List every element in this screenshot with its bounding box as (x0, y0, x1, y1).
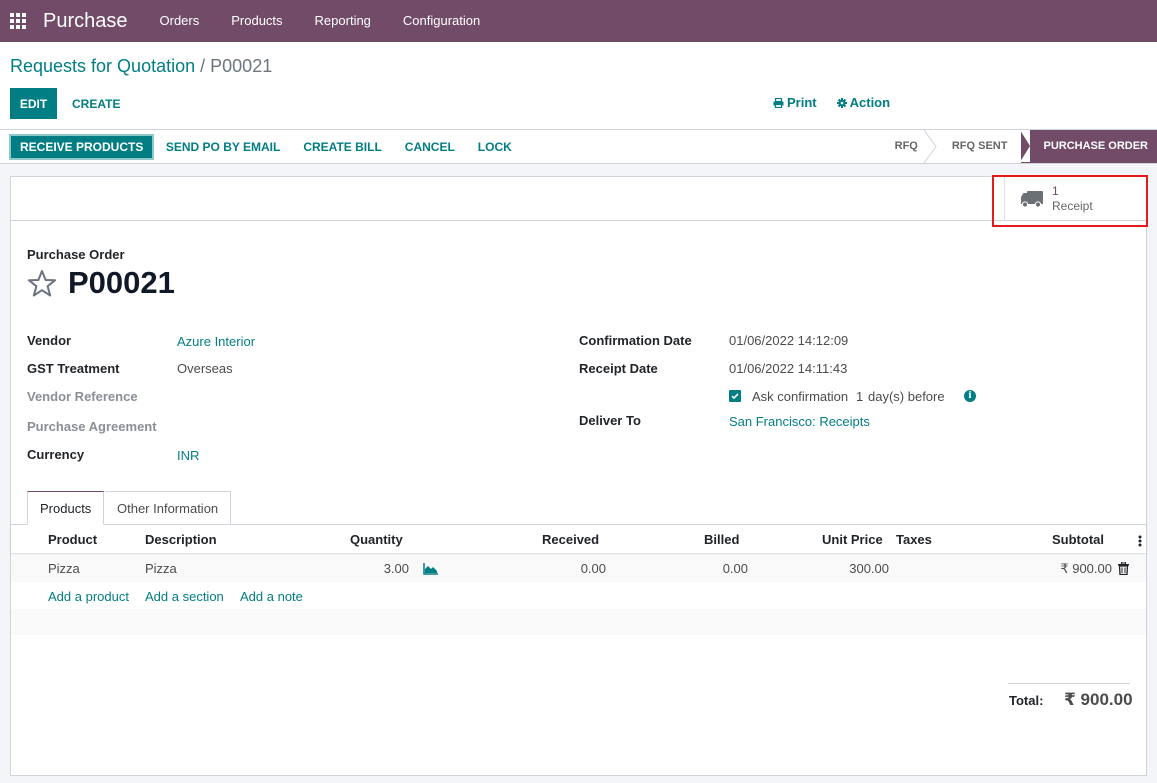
send-po-email-button[interactable]: SEND PO BY EMAIL (154, 134, 291, 160)
print-label: Print (787, 95, 817, 110)
col-received[interactable]: Received (542, 532, 599, 547)
receipt-label: Receipt (1052, 199, 1093, 213)
star-icon[interactable] (27, 269, 57, 298)
receipt-date-label: Receipt Date (579, 361, 658, 376)
stage-purchase-order[interactable]: PURCHASE ORDER (1020, 130, 1157, 163)
action-menu[interactable]: Action (836, 95, 891, 110)
breadcrumb-current: P00021 (210, 56, 273, 76)
cancel-button[interactable]: CANCEL (393, 134, 466, 160)
total-value: ₹ 900.00 (1064, 690, 1133, 709)
apps-menu-icon[interactable] (10, 13, 28, 29)
create-bill-button[interactable]: CREATE BILL (292, 134, 393, 160)
menu-orders[interactable]: Orders (144, 0, 216, 42)
purchase-agreement-label: Purchase Agreement (27, 419, 157, 434)
stage-purchase-order-label: PURCHASE ORDER (1043, 140, 1148, 152)
tab-products[interactable]: Products (27, 491, 105, 525)
col-quantity[interactable]: Quantity (350, 532, 403, 547)
col-subtotal[interactable]: Subtotal (1052, 532, 1104, 547)
control-panel: Requests for Quotation / P00021 EDIT CRE… (0, 42, 1157, 130)
cell-description[interactable]: Pizza (145, 561, 177, 576)
stage-rfq-sent[interactable]: RFQ SENT (932, 130, 1022, 163)
tab-other-information[interactable]: Other Information (105, 491, 232, 525)
empty-row (11, 609, 1146, 635)
stage-separator-icon (923, 130, 937, 163)
print-menu[interactable]: Print (773, 95, 817, 110)
cell-quantity[interactable]: 3.00 (351, 561, 409, 576)
breadcrumb-parent[interactable]: Requests for Quotation (10, 56, 195, 76)
ask-confirmation-checkbox[interactable] (729, 390, 741, 402)
cell-unit-price[interactable]: 300.00 (811, 561, 889, 576)
statusbar-buttons: RECEIVE PRODUCTS SEND PO BY EMAIL CREATE… (9, 134, 523, 160)
receipt-info: 1 Receipt (1052, 184, 1093, 214)
statusbar: RECEIVE PRODUCTS SEND PO BY EMAIL CREATE… (0, 129, 1157, 164)
stage-rfq[interactable]: RFQ (875, 130, 937, 163)
vendor-label: Vendor (27, 333, 72, 348)
smart-button-box: 1 Receipt (11, 177, 1146, 221)
top-navbar: Purchase Orders Products Reporting Confi… (0, 0, 1157, 42)
receipt-count: 1 (1052, 184, 1059, 198)
record-type-label: Purchase Order (27, 247, 125, 262)
ask-confirmation-text: Ask confirmation (752, 389, 849, 404)
col-description[interactable]: Description (145, 532, 217, 547)
confirmation-date-label: Confirmation Date (579, 333, 692, 348)
app-name[interactable]: Purchase (43, 10, 128, 33)
cell-received[interactable]: 0.00 (551, 561, 606, 576)
menu-reporting[interactable]: Reporting (299, 0, 387, 42)
deliver-to-label: Deliver To (579, 413, 641, 428)
receipt-smart-button[interactable]: 1 Receipt (1004, 177, 1146, 221)
table-row[interactable]: Pizza Pizza 3.00 0.00 0.00 300.00 ₹ 900.… (11, 555, 1146, 582)
add-product-link[interactable]: Add a product (48, 589, 129, 604)
days-before-text: day(s) before (868, 389, 945, 404)
form-sheet: 1 Receipt Purchase Order P00021 Vendor A… (10, 175, 1148, 776)
vendor-reference-label: Vendor Reference (27, 389, 138, 404)
confirmation-date-field[interactable]: 01/06/2022 14:12:09 (729, 333, 848, 348)
order-lines-header: Product Description Quantity Received Bi… (11, 526, 1146, 554)
stage-arrow (1020, 130, 1031, 162)
receipt-date-field[interactable]: 01/06/2022 14:11:43 (729, 361, 847, 376)
cell-product[interactable]: Pizza (48, 561, 80, 576)
truck-icon (1021, 191, 1043, 208)
total-label: Total: (1009, 693, 1044, 708)
vendor-field[interactable]: Azure Interior (177, 334, 255, 349)
stage-rfq-sent-label: RFQ SENT (951, 140, 1008, 152)
total-divider (1008, 683, 1130, 684)
currency-field[interactable]: INR (177, 448, 199, 463)
print-icon (773, 97, 784, 108)
trash-icon[interactable] (1118, 562, 1129, 575)
menu-configuration[interactable]: Configuration (387, 0, 496, 42)
add-section-link[interactable]: Add a section (145, 589, 224, 604)
col-unit-price[interactable]: Unit Price (822, 532, 883, 547)
create-button[interactable]: CREATE (60, 88, 132, 119)
status-stages: RFQ RFQ SENT PURCHASE ORDER (875, 130, 1157, 163)
action-menus: Print Action (773, 95, 890, 110)
add-note-link[interactable]: Add a note (240, 589, 303, 604)
gear-icon (836, 97, 847, 108)
notebook-tabs: Products Other Information (11, 491, 1146, 525)
deliver-to-field[interactable]: San Francisco: Receipts (729, 414, 870, 429)
edit-button[interactable]: EDIT (10, 88, 57, 119)
cell-subtotal: ₹ 900.00 (1060, 561, 1112, 576)
breadcrumb-separator: / (200, 56, 206, 76)
receive-products-button[interactable]: RECEIVE PRODUCTS (9, 134, 155, 160)
gst-treatment-label: GST Treatment (27, 361, 120, 376)
stage-rfq-label: RFQ (894, 140, 918, 152)
col-product[interactable]: Product (48, 532, 97, 547)
lock-button[interactable]: LOCK (466, 134, 523, 160)
record-name: P00021 (68, 265, 175, 300)
breadcrumb: Requests for Quotation / P00021 (10, 56, 272, 77)
menu-products[interactable]: Products (215, 0, 298, 42)
info-icon[interactable]: i (964, 390, 976, 402)
currency-label: Currency (27, 447, 85, 462)
cell-billed[interactable]: 0.00 (691, 561, 748, 576)
col-billed[interactable]: Billed (704, 532, 739, 547)
gst-treatment-field[interactable]: Overseas (177, 361, 233, 376)
column-options-icon[interactable] (1138, 535, 1142, 547)
forecast-chart-icon[interactable] (423, 563, 438, 575)
reminder-days-field[interactable]: 1 (856, 389, 863, 404)
action-label: Action (849, 95, 891, 110)
col-taxes[interactable]: Taxes (896, 532, 932, 547)
check-icon (731, 393, 739, 400)
